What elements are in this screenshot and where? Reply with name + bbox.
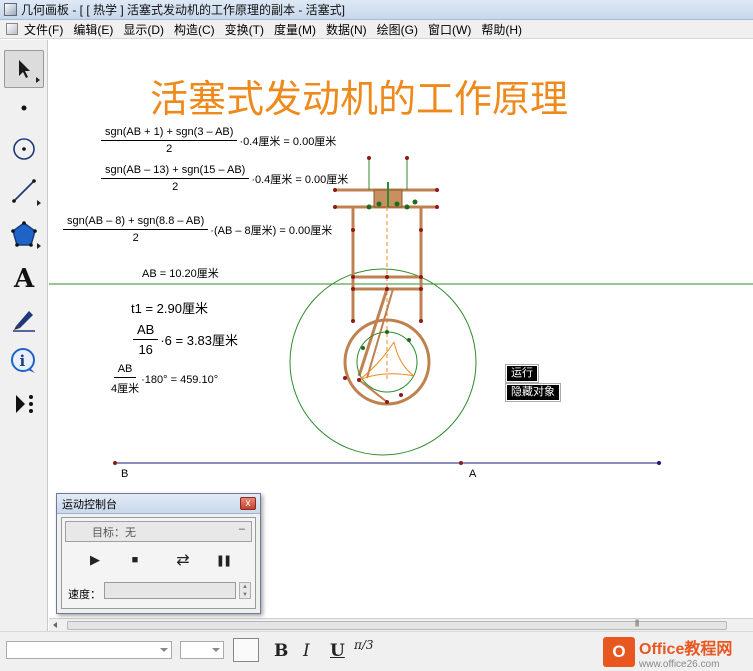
arrow-select-icon (19, 60, 30, 78)
stop-button[interactable]: ■ (126, 551, 144, 569)
menu-file[interactable]: 文件(F) (24, 21, 63, 38)
custom-tool[interactable] (4, 385, 44, 423)
menu-display[interactable]: 显示(D) (123, 21, 164, 38)
reverse-direction-button[interactable]: ⇄ (174, 551, 192, 569)
point-tool[interactable] (4, 89, 44, 127)
close-icon[interactable]: x (240, 497, 256, 510)
menu-graph[interactable]: 绘图(G) (377, 21, 418, 38)
scroll-grip-icon: |||| (635, 620, 639, 627)
office-logo-icon: O (603, 637, 635, 667)
text-format-bar: B I U π/3 O Office教程网 www.office26.com (0, 631, 753, 671)
arrow-select-tool[interactable] (4, 50, 44, 88)
play-button[interactable]: ▶ (86, 551, 104, 569)
information-tool[interactable]: i (4, 342, 44, 380)
font-size-select[interactable] (180, 641, 224, 659)
measure-t1[interactable]: t1 = 2.90厘米 (131, 298, 208, 317)
polygon-tool[interactable] (4, 215, 44, 253)
custom-tool-icon (16, 395, 33, 413)
point-tool-icon (21, 105, 27, 111)
italic-button[interactable]: I (303, 641, 310, 661)
polygon-tool-icon (11, 221, 37, 247)
connecting-rod-right[interactable] (366, 288, 394, 379)
menu-bar: 文件(F) 编辑(E) 显示(D) 构造(C) 变换(T) 度量(M) 数据(N… (0, 20, 753, 39)
scroll-thumb[interactable] (67, 621, 727, 630)
bold-button[interactable]: B (274, 641, 288, 661)
compass-tool-icon (13, 138, 35, 160)
motion-controller-title: 运动控制台 (62, 498, 117, 511)
font-family-select[interactable] (6, 641, 172, 659)
straightedge-tool[interactable] (4, 172, 44, 210)
chevron-down-icon (160, 648, 168, 652)
menu-transform[interactable]: 变换(T) (225, 21, 264, 38)
motion-controller-panel: 运动控制台 x 目标：无 – ▶ ■ ⇄ ❚❚ 速度： ▲ ▼ (56, 493, 261, 614)
toolbox: A i (0, 40, 48, 432)
formula-5[interactable]: AB 16 ·6 = 3.83厘米 (133, 322, 238, 357)
svg-text:A: A (13, 264, 35, 291)
segment-end-point[interactable] (657, 461, 661, 465)
title-bar: 几何画板 - [ [ 热学 ] 活塞式发动机的工作原理的副本 - 活塞式] (0, 0, 753, 20)
pause-button[interactable]: ❚❚ (214, 551, 232, 569)
brand-url: www.office26.com (639, 658, 720, 670)
menu-edit[interactable]: 编辑(E) (73, 21, 113, 38)
menu-data[interactable]: 数据(N) (326, 21, 367, 38)
point-label-b: B (121, 468, 129, 480)
point-label-a: A (469, 468, 477, 480)
text-tool[interactable]: A (4, 258, 44, 296)
motion-controller-header[interactable]: 运动控制台 (57, 494, 260, 514)
horizontal-scrollbar[interactable]: |||| (49, 618, 753, 631)
straightedge-tool-icon (12, 179, 36, 203)
speed-spinner[interactable]: ▲ ▼ (239, 582, 251, 599)
point-b[interactable] (113, 461, 117, 465)
math-format-button[interactable]: π/3 (354, 638, 374, 652)
crank-arm (358, 379, 388, 403)
motion-target-label: 目标：无 (92, 526, 136, 539)
menu-measure[interactable]: 度量(M) (274, 21, 316, 38)
formula-3[interactable]: sgn(AB – 8) + sgn(8.8 – AB) 2 ·(AB – 8厘米)… (63, 215, 332, 244)
formula-6[interactable]: AB 4厘米 ·180° = 459.10° (111, 363, 218, 396)
brand-watermark: O Office教程网 www.office26.com (603, 634, 753, 670)
menu-window[interactable]: 窗口(W) (428, 21, 471, 38)
toolbox-empty-area (0, 432, 48, 631)
information-tool-icon: i (11, 348, 35, 373)
app-icon (4, 3, 17, 16)
chevron-down-icon (212, 648, 220, 652)
compass-tool[interactable] (4, 130, 44, 168)
brand-name: Office教程网 (639, 640, 733, 658)
underline-button[interactable]: U (330, 641, 345, 661)
marker-tool[interactable] (4, 300, 44, 338)
text-tool-icon: A (13, 264, 35, 291)
document-icon[interactable] (6, 23, 18, 35)
svg-text:i: i (20, 352, 26, 370)
menu-construct[interactable]: 构造(C) (174, 21, 215, 38)
window-title: 几何画板 - [ [ 热学 ] 活塞式发动机的工作原理的副本 - 活塞式] (21, 3, 346, 17)
collapse-icon[interactable]: – (239, 523, 245, 535)
scroll-left-icon[interactable] (53, 622, 57, 628)
speed-label: 速度： (68, 589, 101, 601)
text-color-button[interactable] (233, 638, 259, 662)
measure-ab[interactable]: AB = 10.20厘米 (142, 265, 219, 281)
run-button[interactable]: 运行 (505, 364, 539, 383)
hide-objects-button[interactable]: 隐藏对象 (505, 383, 561, 402)
formula-2[interactable]: sgn(AB – 13) + sgn(15 – AB) 2 ·0.4厘米 = 0.… (101, 164, 348, 193)
formula-1[interactable]: sgn(AB + 1) + sgn(3 – AB) 2 ·0.4厘米 = 0.00… (101, 126, 336, 155)
menu-help[interactable]: 帮助(H) (481, 21, 522, 38)
point-a[interactable] (459, 461, 463, 465)
speed-input[interactable] (104, 582, 236, 599)
motion-target-field[interactable]: 目标：无 – (65, 521, 252, 542)
marker-tool-icon (13, 311, 35, 332)
motion-controller-body: 目标：无 – ▶ ■ ⇄ ❚❚ 速度： ▲ ▼ (61, 517, 256, 609)
